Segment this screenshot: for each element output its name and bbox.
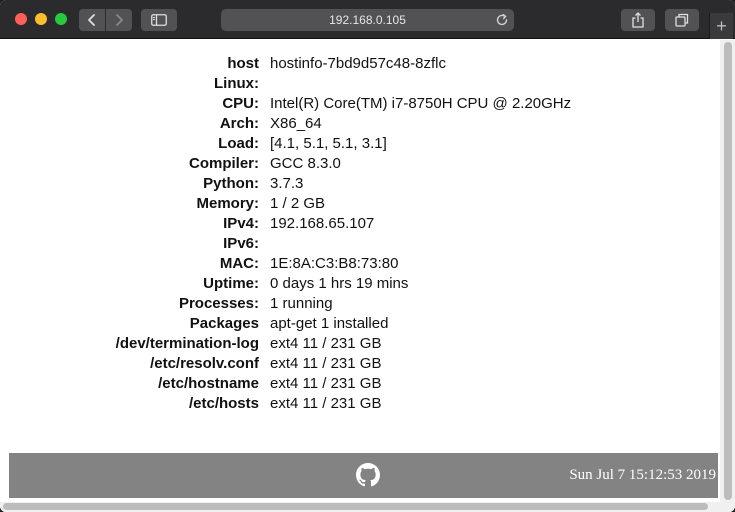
info-value: ext4 11 / 231 GB bbox=[270, 395, 382, 412]
tabs-overview-icon bbox=[675, 13, 689, 27]
info-label: Python: bbox=[203, 175, 259, 192]
page-footer: Sun Jul 7 15:12:53 2019 bbox=[9, 453, 718, 498]
info-label: Linux: bbox=[214, 75, 259, 92]
info-label: /etc/hostname bbox=[158, 375, 259, 392]
info-row: Python: 3.7.3 bbox=[0, 174, 720, 194]
browser-toolbar: 192.168.0.105 + bbox=[0, 0, 735, 39]
share-icon bbox=[632, 12, 644, 28]
info-row: Arch: X86_64 bbox=[0, 114, 720, 134]
info-value: ext4 11 / 231 GB bbox=[270, 335, 382, 352]
info-value: Intel(R) Core(TM) i7-8750H CPU @ 2.20GHz bbox=[270, 95, 572, 112]
browser-window: 192.168.0.105 + host hostinfo-7bd9d57c48-… bbox=[0, 0, 735, 512]
info-value: 3.7.3 bbox=[270, 175, 304, 192]
vertical-scrollbar-thumb[interactable] bbox=[724, 42, 732, 500]
info-label: /etc/hosts bbox=[188, 395, 259, 412]
info-label: Memory: bbox=[196, 195, 259, 212]
reload-icon[interactable] bbox=[495, 13, 509, 27]
github-icon[interactable] bbox=[356, 463, 380, 487]
info-row: IPv4: 192.168.65.107 bbox=[0, 214, 720, 234]
back-button[interactable] bbox=[79, 9, 105, 31]
info-row: Memory: 1 / 2 GB bbox=[0, 194, 720, 214]
info-value: 1E:8A:C3:B8:73:80 bbox=[270, 255, 399, 272]
share-button[interactable] bbox=[621, 9, 655, 31]
close-window-button[interactable] bbox=[15, 13, 27, 25]
info-value: 192.168.65.107 bbox=[270, 215, 375, 232]
info-value: 0 days 1 hrs 19 mins bbox=[270, 275, 409, 292]
info-value: apt-get 1 installed bbox=[270, 315, 389, 332]
info-row: CPU: Intel(R) Core(TM) i7-8750H CPU @ 2.2… bbox=[0, 94, 720, 114]
info-value: GCC 8.3.0 bbox=[270, 155, 341, 172]
page-content: host hostinfo-7bd9d57c48-8zflc Linux: CPU: I… bbox=[0, 40, 735, 512]
horizontal-scrollbar-thumb[interactable] bbox=[3, 503, 708, 510]
chevron-right-icon bbox=[116, 14, 123, 26]
info-row: /dev/termination-log ext4 11 / 231 GB bbox=[0, 334, 720, 354]
info-label: CPU: bbox=[222, 95, 259, 112]
info-value: hostinfo-7bd9d57c48-8zflc bbox=[270, 55, 446, 72]
info-row: MAC: 1E:8A:C3:B8:73:80 bbox=[0, 254, 720, 274]
info-value: 1 running bbox=[270, 295, 333, 312]
info-row: /etc/hostname ext4 11 / 231 GB bbox=[0, 374, 720, 394]
info-label: Processes: bbox=[178, 295, 259, 312]
host-info-table: host hostinfo-7bd9d57c48-8zflc Linux: CPU: I… bbox=[0, 54, 720, 414]
info-row: Packages apt-get 1 installed bbox=[0, 314, 720, 334]
minimize-window-button[interactable] bbox=[35, 13, 47, 25]
info-label: Load: bbox=[218, 135, 259, 152]
address-bar[interactable]: 192.168.0.105 bbox=[221, 9, 514, 31]
timestamp: Sun Jul 7 15:12:53 2019 bbox=[569, 467, 716, 483]
info-label: /etc/resolv.conf bbox=[150, 355, 259, 372]
info-value: ext4 11 / 231 GB bbox=[270, 375, 382, 392]
info-label: host bbox=[227, 55, 259, 72]
info-value: [4.1, 5.1, 5.1, 3.1] bbox=[270, 135, 387, 152]
info-value: ext4 11 / 231 GB bbox=[270, 355, 382, 372]
new-tab-button[interactable]: + bbox=[709, 13, 733, 39]
info-row: Processes: 1 running bbox=[0, 294, 720, 314]
info-row: /etc/resolv.conf ext4 11 / 231 GB bbox=[0, 354, 720, 374]
address-url: 192.168.0.105 bbox=[329, 13, 406, 27]
info-label: Arch: bbox=[219, 115, 259, 132]
info-label: IPv6: bbox=[223, 235, 259, 252]
info-label: MAC: bbox=[219, 255, 259, 272]
show-tabs-button[interactable] bbox=[665, 9, 699, 31]
maximize-window-button[interactable] bbox=[55, 13, 67, 25]
info-label: IPv4: bbox=[223, 215, 259, 232]
info-label: /dev/termination-log bbox=[115, 335, 259, 352]
info-label: Uptime: bbox=[203, 275, 259, 292]
info-value: 1 / 2 GB bbox=[270, 195, 326, 212]
info-row: /etc/hosts ext4 11 / 231 GB bbox=[0, 394, 720, 414]
info-row: Uptime: 0 days 1 hrs 19 mins bbox=[0, 274, 720, 294]
info-row: host hostinfo-7bd9d57c48-8zflc bbox=[0, 54, 720, 74]
info-row: Compiler: GCC 8.3.0 bbox=[0, 154, 720, 174]
sidebar-toggle-button[interactable] bbox=[141, 9, 177, 31]
info-label: Packages bbox=[189, 315, 259, 332]
info-row: Load: [4.1, 5.1, 5.1, 3.1] bbox=[0, 134, 720, 154]
info-label: Compiler: bbox=[188, 155, 259, 172]
chevron-left-icon bbox=[88, 14, 95, 26]
sidebar-icon bbox=[151, 14, 167, 26]
forward-button[interactable] bbox=[106, 9, 132, 31]
info-row: IPv6: bbox=[0, 234, 720, 254]
info-value: X86_64 bbox=[270, 115, 322, 132]
info-row: Linux: bbox=[0, 74, 720, 94]
